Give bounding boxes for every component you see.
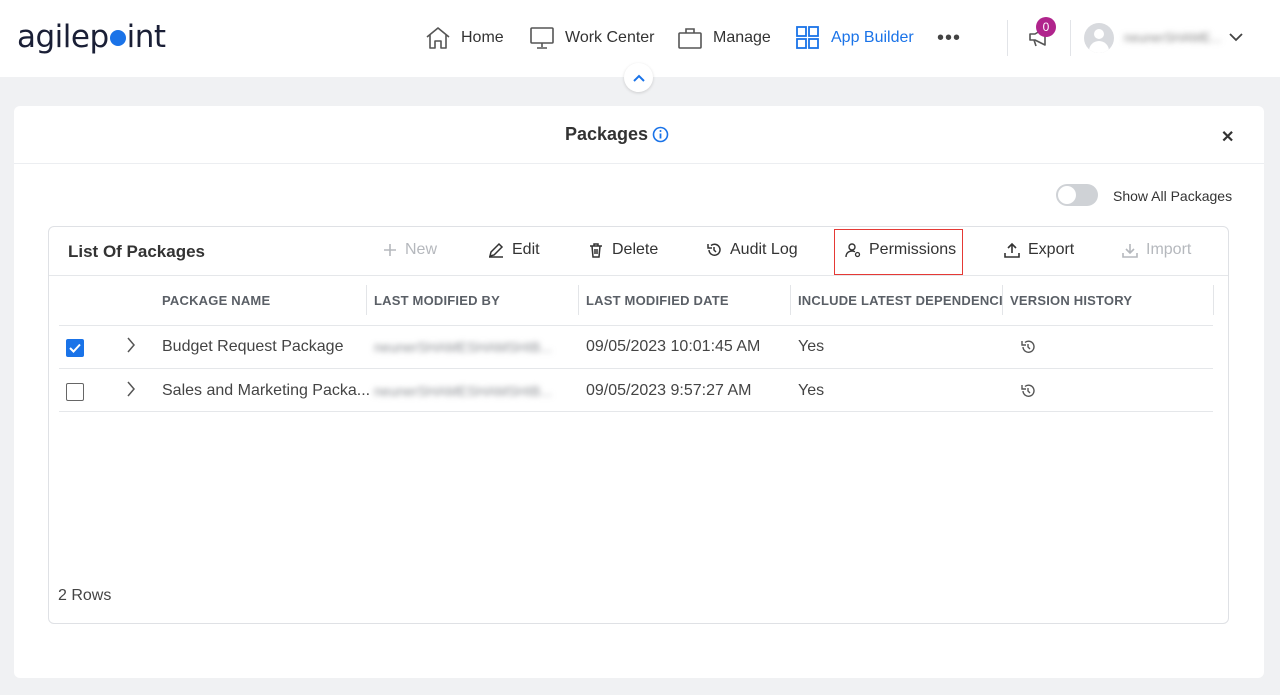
- plus-icon: [384, 244, 396, 256]
- agilepoint-logo[interactable]: agilep int: [17, 18, 166, 56]
- column-divider[interactable]: [366, 285, 367, 315]
- nav-manage[interactable]: Manage: [677, 22, 771, 54]
- card-toolbar: List Of Packages New Edit Delete Audit L…: [49, 227, 1228, 276]
- row-divider: [59, 368, 1213, 369]
- permissions-button[interactable]: Permissions: [845, 241, 956, 259]
- column-divider[interactable]: [1002, 285, 1003, 315]
- column-header-include-latest-dependencies[interactable]: INCLUDE LATEST DEPENDENCIES: [798, 293, 1002, 308]
- version-history-icon[interactable]: [1020, 339, 1036, 355]
- avatar[interactable]: [1084, 23, 1114, 53]
- close-icon[interactable]: ✕: [1221, 127, 1234, 147]
- nav-work-center-label: Work Center: [565, 29, 655, 46]
- list-title: List Of Packages: [68, 242, 206, 261]
- package-name[interactable]: Sales and Marketing Packa...: [162, 382, 370, 400]
- last-modified-by: neunerSHAMESHAMSHIB...: [374, 383, 553, 399]
- column-header-version-history[interactable]: VERSION HISTORY: [1010, 293, 1205, 308]
- nav-home-label: Home: [461, 29, 504, 46]
- audit-log-button[interactable]: Audit Log: [706, 241, 798, 259]
- collapse-header-button[interactable]: [624, 63, 653, 92]
- nav-manage-label: Manage: [713, 29, 771, 46]
- import-button[interactable]: Import: [1122, 241, 1191, 259]
- packages-list-card: List Of Packages New Edit Delete Audit L…: [48, 226, 1229, 624]
- divider: [1070, 20, 1071, 56]
- upload-icon: [1004, 242, 1020, 258]
- history-icon: [707, 243, 721, 256]
- row-divider: [59, 411, 1213, 412]
- chevron-down-icon[interactable]: [1229, 32, 1243, 42]
- delete-button[interactable]: Delete: [588, 241, 658, 259]
- rows-count: 2 Rows: [58, 587, 112, 604]
- column-header-package-name[interactable]: PACKAGE NAME: [162, 293, 357, 308]
- column-divider[interactable]: [1213, 285, 1214, 315]
- download-icon: [1122, 244, 1138, 258]
- version-history-icon[interactable]: [1020, 383, 1036, 399]
- user-permission-icon: [845, 243, 861, 258]
- chevron-right-icon[interactable]: [126, 337, 136, 353]
- column-header-last-modified-date[interactable]: LAST MODIFIED DATE: [586, 293, 781, 308]
- monitor-icon: [530, 27, 554, 49]
- export-button[interactable]: Export: [1004, 241, 1074, 259]
- chevron-up-icon: [632, 74, 645, 82]
- chevron-right-icon[interactable]: [126, 381, 136, 397]
- logo-dot: [109, 30, 126, 46]
- last-modified-date: 09/05/2023 9:57:27 AM: [586, 382, 752, 399]
- new-button[interactable]: New: [383, 241, 437, 259]
- home-icon: [426, 27, 450, 49]
- column-header-last-modified-by[interactable]: LAST MODIFIED BY: [374, 293, 569, 308]
- checkmark-icon: [69, 343, 81, 353]
- app-grid-icon: [796, 26, 819, 49]
- trash-icon: [590, 243, 602, 258]
- pencil-icon: [488, 242, 504, 258]
- row-checkbox-unchecked[interactable]: [66, 383, 84, 401]
- more-menu-icon[interactable]: •••: [937, 28, 961, 48]
- panel-header: Packages ✕: [14, 106, 1264, 164]
- show-all-packages-toggle[interactable]: [1056, 184, 1098, 206]
- packages-panel: Packages ✕ Show All Packages List Of Pac…: [14, 106, 1264, 678]
- nav-app-builder-label: App Builder: [831, 29, 914, 46]
- show-all-packages-label: Show All Packages: [1113, 188, 1233, 204]
- package-name[interactable]: Budget Request Package: [162, 338, 343, 356]
- user-name[interactable]: neunerSHAME...: [1124, 30, 1222, 45]
- nav-app-builder[interactable]: App Builder: [795, 22, 914, 54]
- info-icon[interactable]: [652, 126, 669, 143]
- page-title: Packages: [565, 124, 649, 144]
- row-divider: [59, 325, 1213, 326]
- include-latest-value: Yes: [798, 382, 825, 399]
- nav-work-center[interactable]: Work Center: [529, 22, 655, 54]
- column-divider[interactable]: [578, 285, 579, 315]
- last-modified-by: neunerSHAMESHAMSHIB...: [374, 339, 553, 355]
- nav-home[interactable]: Home: [425, 22, 504, 54]
- last-modified-date: 09/05/2023 10:01:45 AM: [586, 338, 761, 355]
- notification-badge: 0: [1036, 17, 1056, 37]
- divider: [1007, 20, 1008, 56]
- edit-button[interactable]: Edit: [488, 241, 540, 259]
- column-divider[interactable]: [790, 285, 791, 315]
- briefcase-icon: [678, 28, 702, 49]
- include-latest-value: Yes: [798, 338, 825, 355]
- row-checkbox-checked[interactable]: [66, 339, 84, 357]
